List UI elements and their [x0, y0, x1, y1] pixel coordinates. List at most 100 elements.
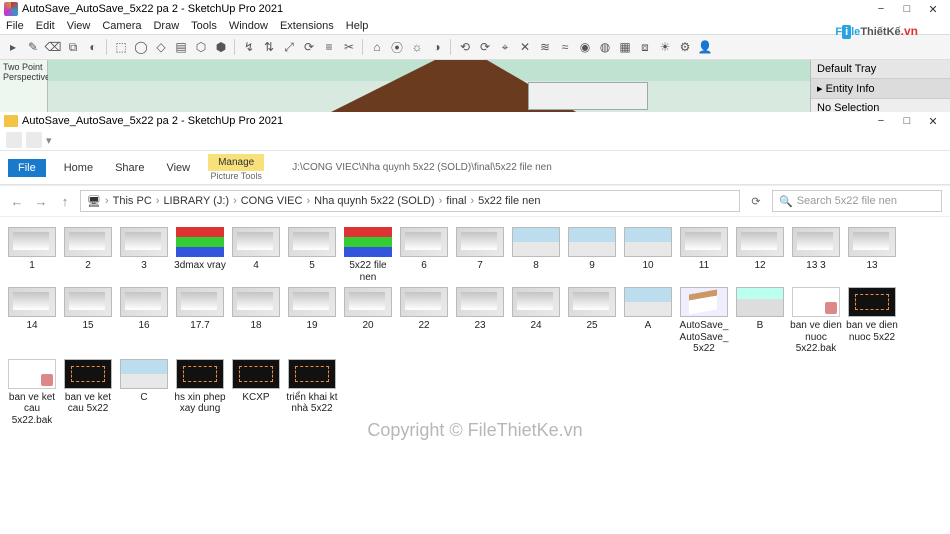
file-item[interactable]: ban ve ket cau 5x22	[62, 359, 114, 427]
qat-new-folder[interactable]	[26, 132, 42, 148]
file-item[interactable]: 20	[342, 287, 394, 355]
maximize-button[interactable]: □	[900, 2, 914, 16]
file-item[interactable]: triển khai kt nhà 5x22	[286, 359, 338, 427]
tray-entity-info[interactable]: ▸ Entity Info	[811, 79, 950, 99]
file-item[interactable]: A	[622, 287, 674, 355]
menu-window[interactable]: Window	[229, 20, 268, 32]
breadcrumb-seg-4[interactable]: final	[446, 195, 466, 207]
menu-view[interactable]: View	[67, 20, 91, 32]
exp-maximize-button[interactable]: □	[900, 114, 914, 128]
file-item[interactable]: 1	[6, 227, 58, 283]
toolbar-button-22[interactable]: ☼	[408, 38, 426, 56]
breadcrumb-seg-0[interactable]: This PC	[113, 195, 152, 207]
exp-minimize-button[interactable]: −	[874, 114, 888, 128]
toolbar-button-23[interactable]: ◑	[428, 38, 446, 56]
toolbar-button-2[interactable]: ⌫	[44, 38, 62, 56]
file-item[interactable]: 8	[510, 227, 562, 283]
file-item[interactable]: AutoSave_AutoSave_5x22	[678, 287, 730, 355]
file-item[interactable]: B	[734, 287, 786, 355]
toolbar-button-18[interactable]: ✂	[340, 38, 358, 56]
breadcrumb-seg-5[interactable]: 5x22 file nen	[478, 195, 540, 207]
menu-edit[interactable]: Edit	[36, 20, 55, 32]
toolbar-button-7[interactable]: ◯	[132, 38, 150, 56]
file-item[interactable]: 12	[734, 227, 786, 283]
file-item[interactable]: 5x22 file nen	[342, 227, 394, 283]
file-item[interactable]: 15	[62, 287, 114, 355]
nav-back[interactable]: ←	[8, 192, 26, 210]
toolbar-button-28[interactable]: ✕	[516, 38, 534, 56]
file-item[interactable]: 6	[398, 227, 450, 283]
file-item[interactable]: 18	[230, 287, 282, 355]
menu-file[interactable]: File	[6, 20, 24, 32]
file-item[interactable]: 24	[510, 287, 562, 355]
file-item[interactable]: hs xin phep xay dung	[174, 359, 226, 427]
nav-up[interactable]: ↑	[56, 192, 74, 210]
menu-camera[interactable]: Camera	[102, 20, 141, 32]
refresh-button[interactable]: ⟳	[746, 195, 766, 208]
toolbar-button-31[interactable]: ◉	[576, 38, 594, 56]
toolbar-button-10[interactable]: ⬡	[192, 38, 210, 56]
address-bar[interactable]: 🖥›This PC›LIBRARY (J:)›CONG VIEC›Nha quy…	[80, 190, 740, 212]
file-item[interactable]: KCXP	[230, 359, 282, 427]
breadcrumb-seg-1[interactable]: LIBRARY (J:)	[163, 195, 229, 207]
toolbar-button-15[interactable]: ⤢	[280, 38, 298, 56]
menu-tools[interactable]: Tools	[191, 20, 217, 32]
ribbon-manage[interactable]: Manage	[208, 154, 264, 171]
toolbar-button-34[interactable]: ⧈	[636, 38, 654, 56]
toolbar-button-26[interactable]: ⟳	[476, 38, 494, 56]
toolbar-button-32[interactable]: ◍	[596, 38, 614, 56]
toolbar-button-20[interactable]: ⌂	[368, 38, 386, 56]
qat-properties[interactable]	[6, 132, 22, 148]
sketchup-viewport[interactable]	[48, 60, 810, 112]
ribbon-share[interactable]: Share	[111, 159, 148, 177]
file-item[interactable]: 7	[454, 227, 506, 283]
toolbar-button-33[interactable]: ▦	[616, 38, 634, 56]
search-box[interactable]: 🔍 Search 5x22 file nen	[772, 190, 942, 212]
menu-help[interactable]: Help	[346, 20, 369, 32]
toolbar-button-21[interactable]: ⦿	[388, 38, 406, 56]
file-item[interactable]: ban ve dien nuoc 5x22.bak	[790, 287, 842, 355]
menu-draw[interactable]: Draw	[153, 20, 179, 32]
file-item[interactable]: 25	[566, 287, 618, 355]
tray-title[interactable]: Default Tray	[811, 60, 950, 79]
close-button[interactable]: ✕	[926, 2, 940, 16]
toolbar-button-37[interactable]: 👤	[696, 38, 714, 56]
file-item[interactable]: 3	[118, 227, 170, 283]
toolbar-button-1[interactable]: ✎	[24, 38, 42, 56]
toolbar-button-30[interactable]: ≈	[556, 38, 574, 56]
file-item[interactable]: 17.7	[174, 287, 226, 355]
toolbar-button-6[interactable]: ⬚	[112, 38, 130, 56]
file-item[interactable]: 3dmax vray	[174, 227, 226, 283]
file-item[interactable]: 13 3	[790, 227, 842, 283]
file-item[interactable]: 5	[286, 227, 338, 283]
toolbar-button-36[interactable]: ⚙	[676, 38, 694, 56]
breadcrumb-seg-2[interactable]: CONG VIEC	[241, 195, 303, 207]
file-item[interactable]: 2	[62, 227, 114, 283]
toolbar-button-29[interactable]: ≋	[536, 38, 554, 56]
toolbar-button-16[interactable]: ⟳	[300, 38, 318, 56]
file-item[interactable]: 23	[454, 287, 506, 355]
file-grid[interactable]: 1233dmax vray455x22 file nen678910111213…	[0, 217, 950, 436]
breadcrumb-seg-3[interactable]: Nha quynh 5x22 (SOLD)	[314, 195, 434, 207]
toolbar-button-35[interactable]: ☀	[656, 38, 674, 56]
ribbon-view[interactable]: View	[162, 159, 194, 177]
file-item[interactable]: ban ve dien nuoc 5x22	[846, 287, 898, 355]
toolbar-button-13[interactable]: ↯	[240, 38, 258, 56]
ribbon-home[interactable]: Home	[60, 159, 97, 177]
file-item[interactable]: 4	[230, 227, 282, 283]
toolbar-button-0[interactable]: ▸	[4, 38, 22, 56]
nav-forward[interactable]: →	[32, 192, 50, 210]
toolbar-button-9[interactable]: ▤	[172, 38, 190, 56]
file-item[interactable]: 13	[846, 227, 898, 283]
ribbon-file[interactable]: File	[8, 159, 46, 177]
toolbar-button-27[interactable]: ⌖	[496, 38, 514, 56]
toolbar-button-3[interactable]: ⧉	[64, 38, 82, 56]
file-item[interactable]: 10	[622, 227, 674, 283]
toolbar-button-17[interactable]: ≡	[320, 38, 338, 56]
exp-close-button[interactable]: ✕	[926, 114, 940, 128]
file-item[interactable]: C	[118, 359, 170, 427]
file-item[interactable]: 9	[566, 227, 618, 283]
menu-extensions[interactable]: Extensions	[280, 20, 334, 32]
file-item[interactable]: 22	[398, 287, 450, 355]
toolbar-button-25[interactable]: ⟲	[456, 38, 474, 56]
